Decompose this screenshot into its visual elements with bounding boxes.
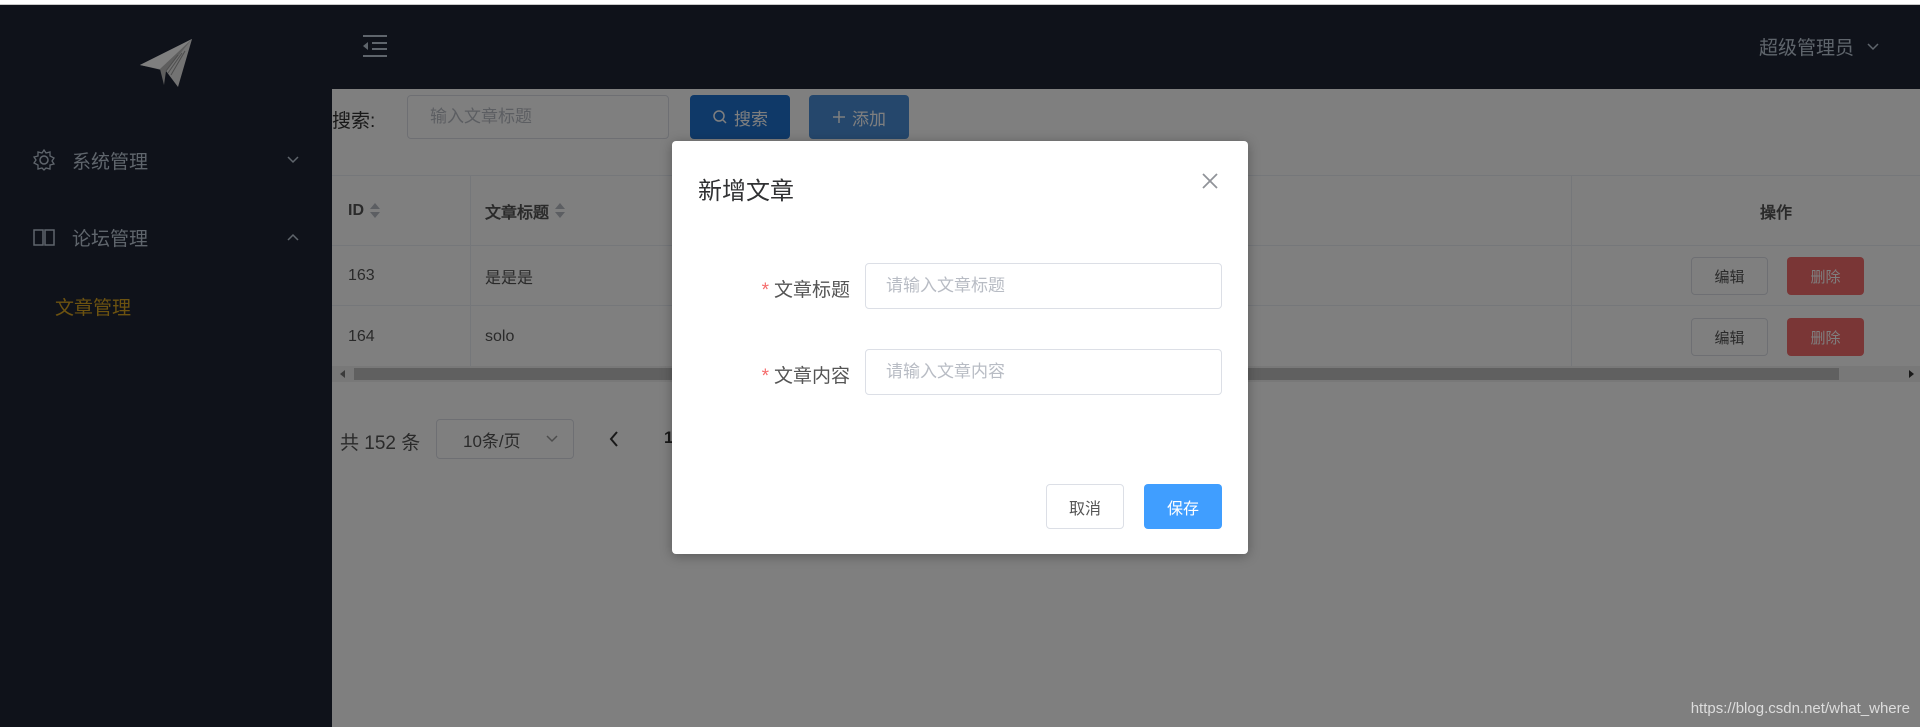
watermark: https://blog.csdn.net/what_where xyxy=(1690,700,1910,717)
article-content-input[interactable] xyxy=(865,349,1222,395)
form-label-content: * 文章内容 xyxy=(762,361,850,388)
form-label-text: 文章内容 xyxy=(773,366,850,387)
close-icon[interactable] xyxy=(1200,171,1220,191)
required-asterisk: * xyxy=(761,366,769,387)
form-label-text: 文章标题 xyxy=(773,280,850,301)
save-button[interactable]: 保存 xyxy=(1144,484,1222,529)
required-asterisk: * xyxy=(761,280,769,301)
form-row-content: * 文章内容 xyxy=(672,349,1248,395)
form-label-title: * 文章标题 xyxy=(762,275,850,302)
dialog-title: 新增文章 xyxy=(698,178,794,205)
cancel-button[interactable]: 取消 xyxy=(1046,484,1124,529)
form-row-title: * 文章标题 xyxy=(672,263,1248,309)
article-title-input[interactable] xyxy=(865,263,1222,309)
add-article-dialog: 新增文章 *文章标题 *文章内容 取消 保存 xyxy=(672,141,1248,554)
top-border xyxy=(0,0,1920,5)
